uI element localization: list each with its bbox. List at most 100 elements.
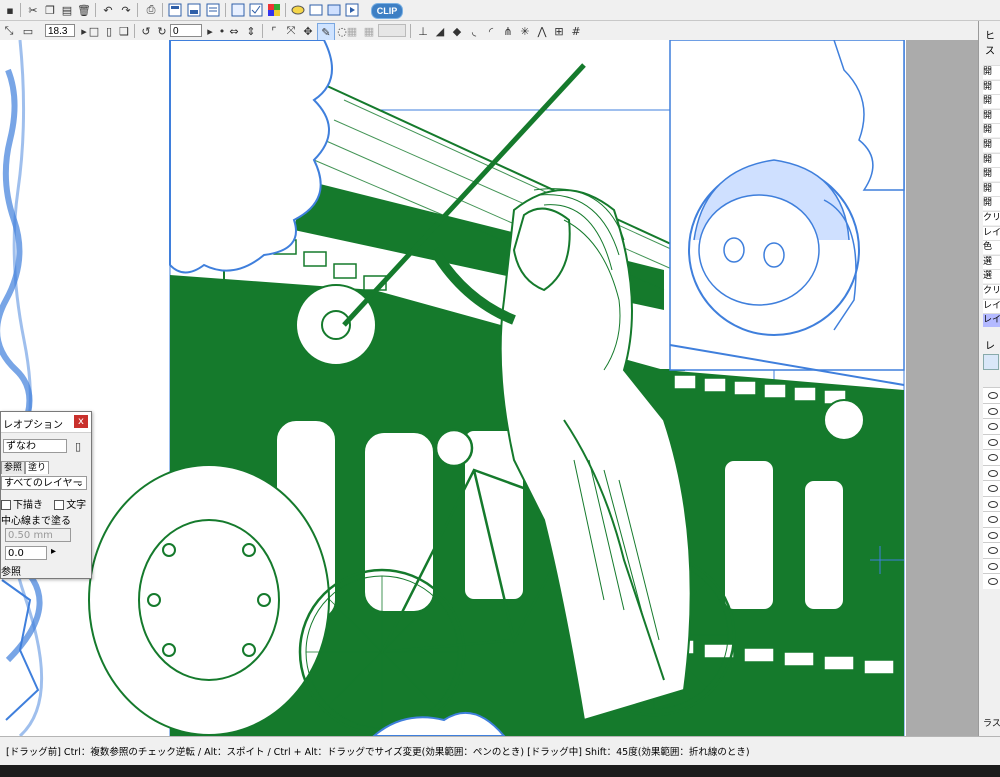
fit-icon[interactable]: ⌜ [266, 23, 282, 39]
history-item[interactable]: 開 [983, 152, 1000, 167]
zoom-fit-icon[interactable]: ⤧ [283, 23, 299, 39]
clear-icon[interactable]: ▭ [20, 23, 36, 39]
layer-row[interactable] [983, 387, 1000, 403]
check-window-icon[interactable] [248, 2, 264, 18]
arc-icon[interactable]: ◜ [483, 23, 499, 39]
radial-icon[interactable]: ✳ [517, 23, 533, 39]
history-item[interactable]: 開 [983, 196, 1000, 211]
layer-row[interactable] [983, 526, 1000, 543]
flip-vertical-icon[interactable]: ⇕ [243, 23, 259, 39]
rotate-right-icon[interactable]: ↻ [154, 23, 170, 39]
layer-row[interactable] [983, 449, 1000, 465]
page-layout-icon[interactable] [167, 2, 183, 18]
color-palette-icon[interactable] [266, 2, 282, 18]
close-button[interactable]: x [74, 415, 88, 428]
hash-icon[interactable]: # [568, 23, 584, 39]
curve-icon[interactable]: ◟ [466, 23, 482, 39]
layer-row[interactable] [983, 402, 1000, 419]
layer-reference-select[interactable]: すべてのレイヤー ⌄ [1, 476, 87, 490]
shape-icon[interactable]: ◆ [449, 23, 465, 39]
tool-settings-icon[interactable]: ▯ [71, 439, 85, 453]
ruler-icon[interactable]: ⊥ [415, 23, 431, 39]
draft-checkbox-row[interactable]: 下描き 文字 [1, 496, 86, 511]
history-item[interactable]: 選 [983, 269, 1000, 284]
frame-icon[interactable] [326, 2, 342, 18]
eye-icon[interactable] [988, 469, 998, 477]
arrow-right-icon[interactable]: ▸ [51, 546, 56, 557]
history-item[interactable]: 開 [983, 181, 1000, 196]
eye-icon[interactable] [988, 516, 998, 523]
history-item[interactable]: レイ [983, 298, 1000, 313]
history-item[interactable]: レイ [983, 313, 1000, 328]
eye-icon[interactable] [988, 407, 998, 415]
eye-icon[interactable] [988, 485, 998, 492]
tab-fill[interactable]: 塗り [25, 461, 50, 474]
history-item[interactable]: 開 [983, 94, 1000, 109]
layer-color-icon[interactable] [983, 354, 999, 370]
print-icon[interactable]: ⎙ [143, 2, 159, 18]
page-strip[interactable] [0, 40, 45, 736]
pen-icon[interactable]: ✎ [317, 23, 335, 41]
tool-name-field[interactable]: ずなわ [3, 439, 67, 453]
window-icon[interactable] [230, 2, 246, 18]
layer-row[interactable] [983, 542, 1000, 558]
copy-icon[interactable]: ❐ [42, 2, 58, 18]
page-manager-icon[interactable] [186, 2, 202, 18]
option-panel-titlebar[interactable]: レオプション x [1, 412, 91, 433]
value-field[interactable]: 0.0 [5, 546, 47, 560]
history-item[interactable]: 開 [983, 79, 1000, 94]
history-item[interactable]: 選 [983, 254, 1000, 269]
move-icon[interactable]: ✥ [300, 23, 316, 39]
paste-icon[interactable]: ▤ [59, 2, 75, 18]
history-item[interactable]: 開 [983, 167, 1000, 182]
cut-icon[interactable]: ✂ [25, 2, 41, 18]
save-icon[interactable]: ▪ [2, 2, 18, 18]
history-item[interactable]: 開 [983, 65, 1000, 79]
rotate-left-icon[interactable]: ↺ [138, 23, 154, 39]
eye-icon[interactable] [988, 454, 998, 461]
page-icon[interactable]: ▯ [101, 23, 117, 39]
grid-icon[interactable]: ⊞ [551, 23, 567, 39]
layer-row[interactable] [983, 495, 1000, 512]
new-page-icon[interactable]: □ [86, 23, 102, 39]
flip-horizontal-icon[interactable]: ⇔ [226, 23, 242, 39]
eye-icon[interactable] [988, 531, 998, 539]
layer-row[interactable] [983, 480, 1000, 496]
layer-row[interactable] [983, 557, 1000, 574]
history-item[interactable]: クリ [983, 284, 1000, 298]
redo-icon[interactable]: ↷ [118, 2, 134, 18]
layer-row[interactable] [983, 511, 1000, 527]
delete-icon[interactable]: 🗑 [76, 2, 92, 18]
history-item[interactable]: 開 [983, 108, 1000, 123]
transform-icon[interactable]: ⤡ [1, 23, 17, 39]
play-icon[interactable] [344, 2, 360, 18]
layer-row[interactable] [983, 573, 1000, 589]
story-icon[interactable] [205, 2, 221, 18]
history-item[interactable]: 開 [983, 123, 1000, 138]
draft-checkbox[interactable] [1, 500, 11, 510]
eye-icon[interactable] [988, 562, 998, 570]
tri-icon[interactable]: ⋀ [534, 23, 550, 39]
lasso-fill-icon[interactable] [290, 2, 306, 18]
clip-studio-button[interactable]: CLIP [371, 3, 403, 19]
eye-icon[interactable] [988, 438, 998, 446]
history-item[interactable]: 開 [983, 138, 1000, 152]
undo-icon[interactable]: ↶ [100, 2, 116, 18]
layer-row[interactable] [983, 464, 1000, 481]
rotation-field[interactable]: 0 [170, 24, 202, 37]
layer-row[interactable] [983, 433, 1000, 450]
tool-option-panel[interactable]: レオプション x ずなわ ▯ 参照 塗り すべてのレイヤー ⌄ 下描き 文字 中… [0, 411, 92, 579]
brush-size-field[interactable]: 18.3 [45, 24, 75, 37]
fill-center-label[interactable]: 中心線まで塗る [1, 512, 71, 527]
canvas-icon[interactable] [308, 2, 324, 18]
history-item[interactable]: クリ [983, 211, 1000, 225]
fan-icon[interactable]: ⋔ [500, 23, 516, 39]
eye-icon[interactable] [988, 578, 998, 585]
eye-icon[interactable] [988, 423, 998, 430]
text-checkbox[interactable] [54, 500, 65, 510]
drawing-canvas[interactable] [44, 40, 906, 736]
history-item[interactable]: レイ [983, 225, 1000, 240]
eye-icon[interactable] [988, 500, 998, 508]
duplicate-page-icon[interactable]: ❑ [116, 23, 132, 39]
eye-icon[interactable] [988, 392, 998, 399]
